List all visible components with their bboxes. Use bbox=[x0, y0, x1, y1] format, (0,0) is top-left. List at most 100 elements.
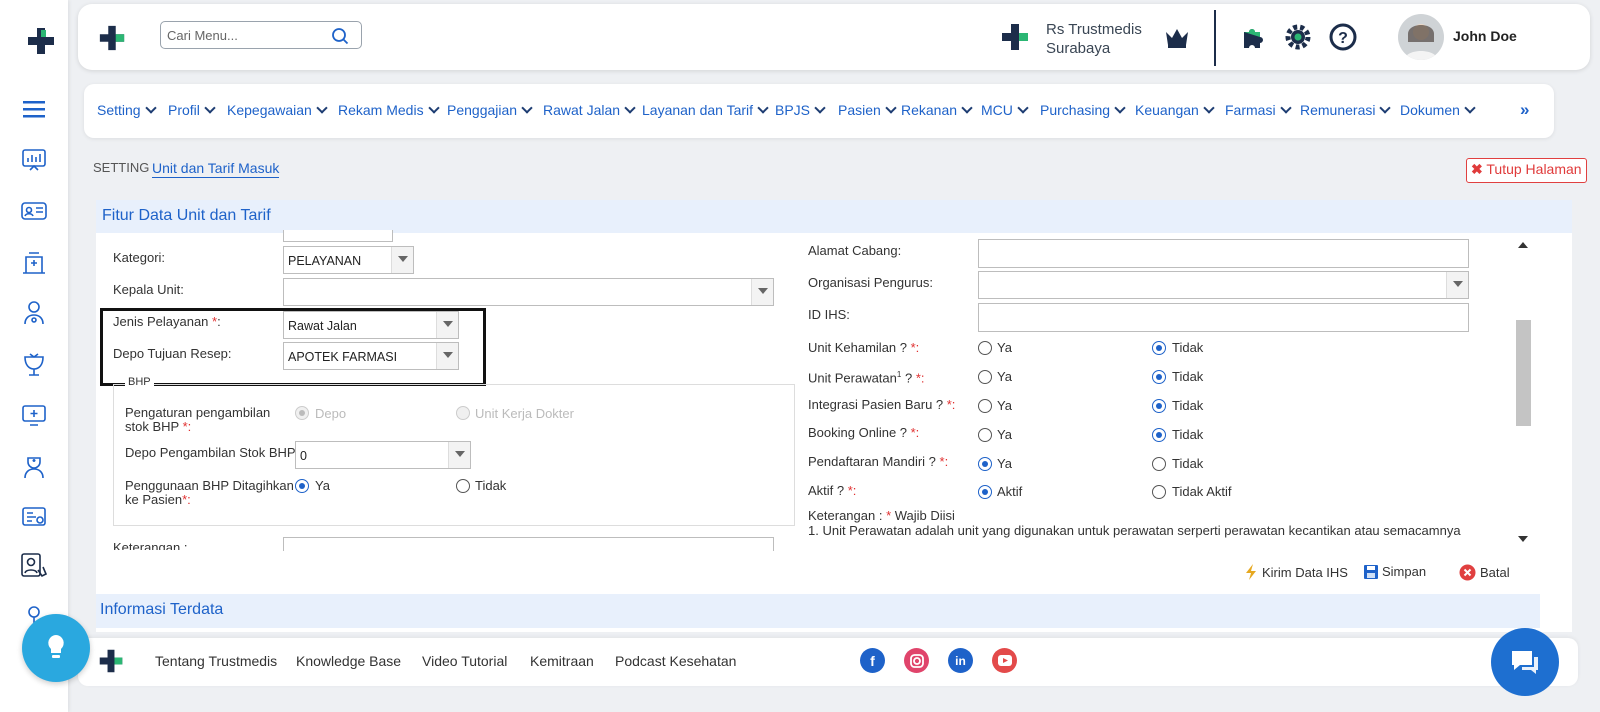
instagram-icon[interactable] bbox=[904, 648, 929, 673]
settings-gear-icon[interactable] bbox=[1284, 23, 1312, 51]
pharmacy-icon[interactable] bbox=[20, 350, 48, 378]
radio-kehamilan-ya[interactable] bbox=[978, 341, 992, 355]
radio-booking-ya[interactable] bbox=[978, 428, 992, 442]
radio-unit-kerja-label: Unit Kerja Dokter bbox=[475, 406, 574, 421]
menu-rekam-medis[interactable]: Rekam Medis bbox=[338, 102, 438, 118]
radio-kehamilan-tidak[interactable] bbox=[1152, 341, 1166, 355]
radio-depo-label: Depo bbox=[315, 406, 347, 421]
kirim-data-ihs-button[interactable]: Kirim Data IHS bbox=[1244, 564, 1348, 580]
close-page-button[interactable]: ✖ Tutup Halaman bbox=[1466, 158, 1587, 183]
top-bar: Rs Trustmedis Surabaya ? John Doe bbox=[78, 4, 1590, 70]
tips-lightbulb-button[interactable] bbox=[22, 614, 90, 682]
unit-kehamilan-label-text: Unit Kehamilan ? bbox=[808, 340, 911, 355]
alamat-cabang-label: Alamat Cabang: bbox=[808, 243, 902, 258]
menu-profil[interactable]: Profil bbox=[168, 102, 214, 118]
menu-bpjs[interactable]: BPJS bbox=[775, 102, 824, 118]
menu-more-button[interactable]: » bbox=[1520, 100, 1529, 120]
monitor-medical-icon[interactable] bbox=[20, 401, 48, 429]
close-x-icon: ✖ bbox=[1471, 161, 1483, 177]
menu-kepegawaian[interactable]: Kepegawaian bbox=[227, 102, 326, 118]
nurse-icon[interactable] bbox=[20, 452, 48, 480]
menu-purchasing[interactable]: Purchasing bbox=[1040, 102, 1124, 118]
live-chat-button[interactable] bbox=[1491, 628, 1559, 696]
radio-perawatan-tidak[interactable] bbox=[1152, 370, 1166, 384]
radio-depo[interactable] bbox=[295, 406, 309, 420]
report-icon[interactable] bbox=[20, 503, 48, 531]
breadcrumb-current[interactable]: Unit dan Tarif Masuk bbox=[152, 160, 280, 178]
radio-aktif[interactable] bbox=[978, 485, 992, 499]
footer-link-knowledge-base[interactable]: Knowledge Base bbox=[296, 653, 401, 669]
penggunaan-bhp-label-2-text: ke Pasien bbox=[125, 492, 183, 507]
user-avatar[interactable] bbox=[1398, 14, 1444, 60]
id-ihs-input[interactable] bbox=[978, 303, 1469, 332]
id-card-icon[interactable] bbox=[20, 197, 48, 225]
dashboard-chart-icon[interactable] bbox=[20, 146, 48, 174]
patient-icon[interactable] bbox=[20, 299, 48, 327]
footer-link-podcast[interactable]: Podcast Kesehatan bbox=[615, 653, 736, 669]
radio-tidak-aktif-label: Tidak Aktif bbox=[1172, 484, 1232, 499]
footer-link-tentang[interactable]: Tentang Trustmedis bbox=[155, 653, 277, 669]
kepala-unit-select[interactable] bbox=[283, 278, 774, 306]
crown-icon[interactable] bbox=[1164, 26, 1190, 48]
alamat-cabang-input[interactable] bbox=[978, 239, 1469, 268]
menu-setting[interactable]: Setting bbox=[97, 102, 155, 118]
youtube-icon[interactable] bbox=[992, 648, 1017, 673]
menu-remunerasi[interactable]: Remunerasi bbox=[1300, 102, 1389, 118]
hamburger-menu-icon[interactable] bbox=[20, 95, 48, 123]
radio-perawatan-ya[interactable] bbox=[978, 370, 992, 384]
user-name[interactable]: John Doe bbox=[1453, 28, 1517, 44]
organisasi-pengurus-select[interactable] bbox=[978, 271, 1469, 299]
required-mark: *: bbox=[939, 454, 949, 469]
menu-pasien[interactable]: Pasien bbox=[838, 102, 895, 118]
note-wajib: Wajib Diisi bbox=[891, 508, 955, 523]
scroll-thumb[interactable] bbox=[1516, 320, 1531, 426]
menu-rekanan[interactable]: Rekanan bbox=[901, 102, 971, 118]
required-mark: *: bbox=[182, 419, 192, 434]
help-icon[interactable]: ? bbox=[1328, 22, 1358, 52]
trustmedis-logo-icon[interactable] bbox=[26, 26, 56, 56]
menu-keuangan[interactable]: Keuangan bbox=[1135, 102, 1213, 118]
brand-logo-icon[interactable] bbox=[98, 24, 126, 52]
linkedin-icon[interactable]: in bbox=[948, 648, 973, 673]
hospital-icon[interactable] bbox=[20, 248, 48, 276]
keterangan-input[interactable] bbox=[283, 537, 774, 551]
radio-unit-kerja-dokter[interactable] bbox=[456, 406, 470, 420]
menu-rawat-jalan[interactable]: Rawat Jalan bbox=[543, 102, 634, 118]
radio-kehamilan-tidak-label: Tidak bbox=[1172, 340, 1204, 355]
breadcrumb-root[interactable]: SETTING bbox=[93, 160, 149, 175]
scroll-down-icon[interactable] bbox=[1518, 536, 1528, 542]
simpan-button[interactable]: Simpan bbox=[1364, 564, 1426, 579]
form-scrollbar[interactable] bbox=[1514, 238, 1532, 548]
penggunaan-bhp-label-2: ke Pasien*: bbox=[125, 492, 191, 507]
menu-layanan-tarif[interactable]: Layanan dan Tarif bbox=[642, 102, 767, 118]
puzzle-icon[interactable] bbox=[1240, 24, 1266, 50]
doctor-touch-icon[interactable] bbox=[20, 552, 48, 584]
radio-booking-tidak[interactable] bbox=[1152, 428, 1166, 442]
simpan-label: Simpan bbox=[1382, 564, 1427, 579]
scroll-up-icon[interactable] bbox=[1518, 242, 1528, 248]
facebook-icon[interactable]: f bbox=[860, 648, 885, 673]
menu-penggajian[interactable]: Penggajian bbox=[447, 102, 531, 118]
radio-penggunaan-tidak[interactable] bbox=[456, 479, 470, 493]
radio-integrasi-ya[interactable] bbox=[978, 399, 992, 413]
batal-button[interactable]: Batal bbox=[1459, 564, 1510, 581]
depo-stok-select[interactable]: 0 bbox=[295, 441, 471, 469]
radio-tidak-aktif[interactable] bbox=[1152, 485, 1166, 499]
radio-perawatan-tidak-label: Tidak bbox=[1172, 369, 1204, 384]
footer-logo-icon[interactable] bbox=[98, 648, 124, 674]
footer-link-kemitraan[interactable]: Kemitraan bbox=[530, 653, 594, 669]
kategori-select[interactable]: PELAYANAN bbox=[283, 246, 414, 274]
radio-penggunaan-ya[interactable] bbox=[295, 479, 309, 493]
penggunaan-bhp-label-1: Penggunaan BHP Ditagihkan bbox=[125, 478, 294, 493]
menu-farmasi[interactable]: Farmasi bbox=[1225, 102, 1290, 118]
radio-pendaftaran-ya[interactable] bbox=[978, 457, 992, 471]
radio-pendaftaran-tidak[interactable] bbox=[1152, 457, 1166, 471]
menu-mcu[interactable]: MCU bbox=[981, 102, 1027, 118]
partial-field-top[interactable] bbox=[283, 230, 393, 242]
menu-dokumen[interactable]: Dokumen bbox=[1400, 102, 1474, 118]
search-icon[interactable] bbox=[331, 27, 349, 45]
radio-integrasi-tidak[interactable] bbox=[1152, 399, 1166, 413]
highlight-box bbox=[100, 308, 486, 386]
footer-link-video-tutorial[interactable]: Video Tutorial bbox=[422, 653, 507, 669]
radio-pendaftaran-tidak-label: Tidak bbox=[1172, 456, 1204, 471]
